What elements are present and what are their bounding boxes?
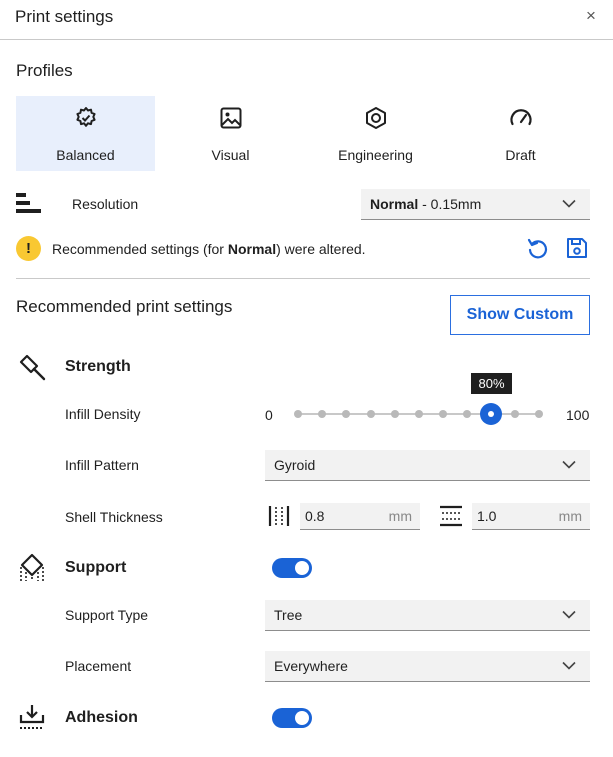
slider-tick <box>318 410 326 418</box>
slider-tick <box>342 410 350 418</box>
slider-tick <box>294 410 302 418</box>
adhesion-title: Adhesion <box>65 709 138 726</box>
close-icon[interactable]: × <box>581 6 601 26</box>
adhesion-icon <box>19 705 45 729</box>
placement-dropdown[interactable]: Everywhere <box>265 651 590 682</box>
profile-label: Balanced <box>56 147 115 163</box>
placement-label: Placement <box>65 658 132 674</box>
reset-icon[interactable] <box>526 237 548 261</box>
profile-label: Draft <box>505 147 536 163</box>
slider-tick <box>391 410 399 418</box>
infill-pattern-label: Infill Pattern <box>65 457 139 473</box>
slider-tick <box>463 410 471 418</box>
resolution-dropdown[interactable]: Normal - 0.15mm <box>361 189 590 220</box>
profile-engineering[interactable]: Engineering <box>306 96 445 171</box>
top-bottom-thickness-unit: mm <box>558 508 582 524</box>
wall-thickness-unit: mm <box>388 508 412 524</box>
chevron-down-icon <box>562 661 576 670</box>
profile-label: Engineering <box>338 147 413 163</box>
resolution-label: Resolution <box>72 196 139 212</box>
profiles-heading: Profiles <box>16 61 73 80</box>
support-title: Support <box>65 559 127 576</box>
slider-min-label: 0 <box>265 407 273 423</box>
hex-nut-icon <box>365 107 386 129</box>
strength-title: Strength <box>65 358 131 375</box>
divider <box>16 278 590 279</box>
warning-icon: ! <box>16 236 41 261</box>
slider-tick <box>439 410 447 418</box>
support-icon <box>20 553 44 581</box>
wall-thickness-input[interactable]: 0.8 mm <box>300 503 420 530</box>
save-icon[interactable] <box>566 237 588 259</box>
slider-tick <box>511 410 519 418</box>
profile-draft[interactable]: Draft <box>451 96 590 171</box>
recommended-heading: Recommended print settings <box>16 297 233 316</box>
support-type-dropdown[interactable]: Tree <box>265 600 590 631</box>
top-bottom-thickness-input[interactable]: 1.0 mm <box>472 503 590 530</box>
shell-thickness-label: Shell Thickness <box>65 509 163 525</box>
slider-tick <box>415 410 423 418</box>
support-type-value: Tree <box>274 607 303 623</box>
profile-label: Visual <box>211 147 250 163</box>
window-title: Print settings <box>15 7 114 26</box>
support-type-label: Support Type <box>65 607 149 623</box>
altered-warning-text: Recommended settings (for Normal) were a… <box>52 241 366 257</box>
slider-max-label: 100 <box>566 407 590 423</box>
chevron-down-icon <box>562 610 576 619</box>
slider-handle[interactable] <box>480 403 502 425</box>
speedometer-icon <box>509 109 532 126</box>
hammer-icon <box>19 354 46 381</box>
profile-visual[interactable]: Visual <box>161 96 300 171</box>
slider-tick <box>367 410 375 418</box>
profile-balanced[interactable]: Balanced <box>16 96 155 171</box>
balanced-gear-icon <box>75 107 96 127</box>
infill-density-label: Infill Density <box>65 406 141 422</box>
layer-height-icon <box>16 193 41 213</box>
wall-thickness-value: 0.8 <box>305 508 325 524</box>
top-bottom-thickness-icon <box>440 505 462 527</box>
show-custom-button[interactable]: Show Custom <box>450 295 590 335</box>
top-bottom-thickness-value: 1.0 <box>477 508 497 524</box>
placement-value: Everywhere <box>274 658 348 674</box>
chevron-down-icon <box>562 460 576 469</box>
infill-pattern-value: Gyroid <box>274 457 316 473</box>
slider-tick <box>535 410 543 418</box>
wall-thickness-icon <box>268 506 290 526</box>
support-toggle[interactable] <box>272 558 312 578</box>
infill-pattern-dropdown[interactable]: Gyroid <box>265 450 590 481</box>
image-icon <box>220 107 241 129</box>
adhesion-toggle[interactable] <box>272 708 312 728</box>
resolution-value: Normal - 0.15mm <box>370 196 482 212</box>
chevron-down-icon <box>562 199 576 208</box>
slider-value-tooltip: 80% <box>471 373 512 394</box>
